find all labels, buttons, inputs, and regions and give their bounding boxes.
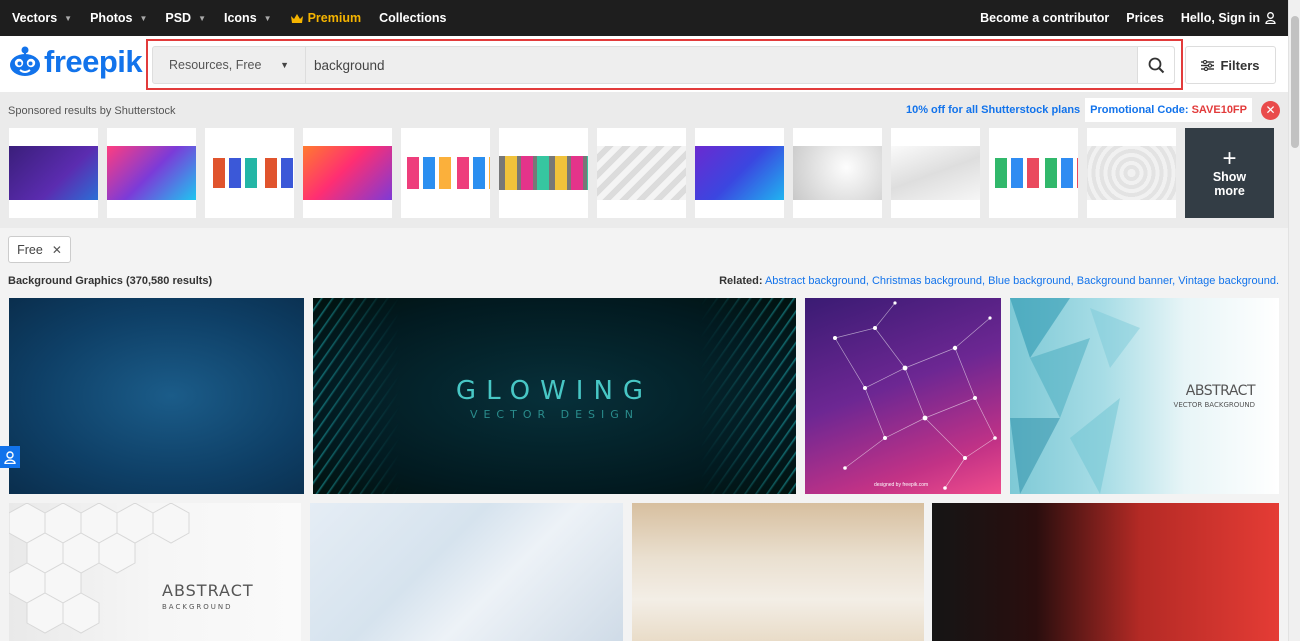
- nav-collections[interactable]: Collections: [379, 11, 446, 25]
- sponsored-thumb[interactable]: [695, 128, 784, 218]
- related-links[interactable]: Abstract background, Christmas backgroun…: [765, 275, 1279, 287]
- plus-icon: +: [1222, 145, 1237, 172]
- promo-code: SAVE10FP: [1191, 104, 1247, 116]
- filters-button[interactable]: Filters: [1185, 46, 1276, 84]
- search-button[interactable]: [1137, 47, 1174, 83]
- user-icon: [1265, 12, 1276, 24]
- become-contributor-link[interactable]: Become a contributor: [980, 11, 1109, 25]
- results-title: Background Graphics (370,580 results): [8, 275, 213, 287]
- nav-photos[interactable]: Photos ▼: [90, 11, 147, 25]
- tile-heading: ABSTRACT VECTOR BACKGROUND: [1173, 383, 1256, 409]
- close-icon[interactable]: ✕: [52, 243, 62, 257]
- result-image[interactable]: ABSTRACT VECTOR BACKGROUND: [1010, 298, 1279, 494]
- caret-down-icon: ▼: [280, 60, 289, 70]
- freepik-mascot-icon: [10, 46, 40, 76]
- result-image[interactable]: [632, 503, 924, 641]
- result-image[interactable]: GLOWING VECTOR DESIGN: [313, 298, 796, 494]
- chevron-down-icon: ▼: [139, 13, 148, 23]
- top-navigation: Vectors ▼ Photos ▼ PSD ▼ Icons ▼ Premium Col…: [0, 0, 1288, 36]
- search-bar: Resources, Free ▼: [152, 46, 1175, 84]
- nav-psd[interactable]: PSD ▼: [165, 11, 206, 25]
- sponsored-thumb[interactable]: [9, 128, 98, 218]
- image-credit: designed by freepik.com: [874, 482, 929, 488]
- nav-premium[interactable]: Premium: [290, 11, 361, 25]
- related-searches: Related: Abstract background, Christmas …: [719, 275, 1279, 287]
- sponsored-thumb[interactable]: [303, 128, 392, 218]
- hexagon-pattern: [9, 503, 190, 634]
- result-image[interactable]: [932, 503, 1279, 641]
- tile-heading: ABSTRACT BACKGROUND: [162, 581, 254, 612]
- search-input[interactable]: [306, 47, 1137, 83]
- result-image[interactable]: [9, 298, 304, 494]
- shutterstock-offer-link[interactable]: 10% off for all Shutterstock plans: [906, 104, 1080, 116]
- sign-in-link[interactable]: Hello, Sign in: [1181, 11, 1276, 25]
- sponsored-thumb[interactable]: [793, 128, 882, 218]
- promo-code-box: Promotional Code: SAVE10FP: [1085, 98, 1252, 122]
- chevron-down-icon: ▼: [263, 13, 272, 23]
- result-image[interactable]: designed by freepik.com: [805, 298, 1001, 494]
- nav-vectors[interactable]: Vectors ▼: [12, 11, 72, 25]
- close-icon[interactable]: ✕: [1261, 100, 1280, 120]
- sponsored-thumb[interactable]: [107, 128, 196, 218]
- nav-icons[interactable]: Icons ▼: [224, 11, 272, 25]
- show-more-button[interactable]: + Show more: [1185, 128, 1274, 218]
- page-scrollbar[interactable]: [1288, 0, 1300, 641]
- sponsored-thumb[interactable]: [205, 128, 294, 218]
- sponsored-thumb[interactable]: [499, 128, 588, 218]
- filter-chip-free[interactable]: Free ✕: [8, 236, 71, 263]
- result-image[interactable]: [310, 503, 623, 641]
- sliders-icon: [1201, 59, 1215, 71]
- crown-icon: [290, 13, 303, 23]
- resource-type-dropdown[interactable]: Resources, Free ▼: [153, 47, 306, 83]
- sponsored-thumbnails: + Show more: [9, 128, 1274, 218]
- freepik-logo[interactable]: freepik: [8, 44, 143, 80]
- sponsored-thumb[interactable]: [1087, 128, 1176, 218]
- sponsored-label: Sponsored results by Shutterstock: [8, 105, 176, 117]
- header: freepik Resources, Free ▼ Filters: [0, 36, 1288, 92]
- user-support-button[interactable]: [0, 446, 20, 468]
- prices-link[interactable]: Prices: [1126, 11, 1164, 25]
- promo-banner: 10% off for all Shutterstock plans Promo…: [906, 98, 1288, 122]
- search-icon: [1148, 57, 1164, 73]
- sponsored-thumb[interactable]: [401, 128, 490, 218]
- chevron-down-icon: ▼: [198, 13, 206, 23]
- user-icon: [4, 450, 16, 464]
- sponsored-thumb[interactable]: [989, 128, 1078, 218]
- chevron-down-icon: ▼: [64, 13, 73, 23]
- sponsored-section: Sponsored results by Shutterstock 10% of…: [0, 92, 1288, 228]
- scrollbar-thumb[interactable]: [1291, 16, 1299, 148]
- network-pattern: [833, 301, 997, 490]
- sponsored-thumb[interactable]: [597, 128, 686, 218]
- sponsored-thumb[interactable]: [891, 128, 980, 218]
- result-image[interactable]: ABSTRACT BACKGROUND: [9, 503, 301, 641]
